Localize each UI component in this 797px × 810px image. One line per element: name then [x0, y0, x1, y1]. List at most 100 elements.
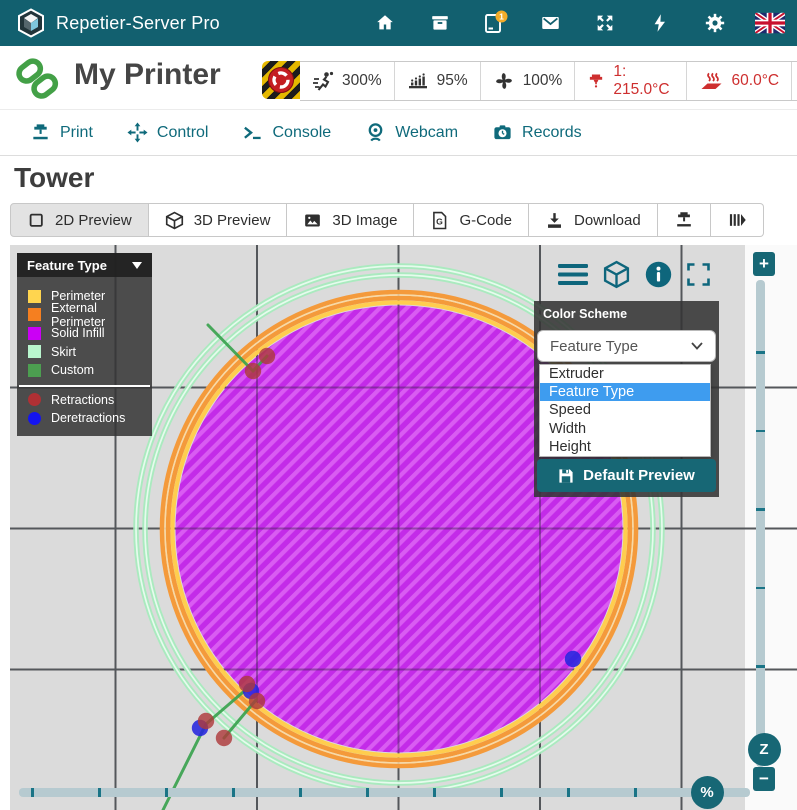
view-2d-preview-label: 2D Preview [55, 212, 132, 229]
solid-infill-swatch [28, 327, 41, 340]
tab-print-label: Print [60, 124, 93, 142]
tab-webcam-label: Webcam [395, 124, 458, 142]
legend-divider [19, 385, 150, 387]
app-logo-icon [16, 8, 46, 38]
view-3d-preview-label: 3D Preview [194, 212, 271, 229]
vertical-scrollbar[interactable] [756, 280, 765, 767]
color-scheme-select[interactable]: Feature Type [537, 330, 716, 362]
option-width[interactable]: Width [540, 420, 710, 438]
printer-notifications-icon[interactable]: 1 [480, 8, 510, 38]
zoom-out-button[interactable]: − [753, 767, 775, 791]
printer-menu-button[interactable] [792, 62, 797, 100]
continue-print-button[interactable] [711, 203, 764, 237]
preview-toolbar [558, 260, 712, 289]
printer-header: My Printer 300% [0, 46, 797, 110]
bed-temp-button[interactable]: 60.0°C [687, 62, 793, 100]
zoom-in-button[interactable]: + [753, 252, 775, 276]
extruder-temp-value: 1: 215.0°C [613, 63, 673, 99]
flow-bars-icon [407, 70, 429, 92]
speed-multiplier-button[interactable]: 300% [300, 62, 395, 100]
view-toolbar: 2D Preview 3D Preview 3D Image G G-Code [10, 203, 764, 237]
app-root: Repetier-Server Pro 1 [0, 0, 797, 810]
cube-icon [165, 211, 184, 230]
tab-console[interactable]: Console [242, 122, 331, 143]
tab-records[interactable]: Records [492, 122, 582, 143]
app-title: Repetier-Server Pro [56, 13, 220, 34]
custom-swatch [28, 364, 41, 377]
tab-print[interactable]: Print [30, 122, 93, 143]
flow-multiplier-button[interactable]: 95% [395, 62, 481, 100]
queue-play-icon [727, 210, 747, 230]
legend-item: Deretractions [17, 409, 152, 428]
preview-3d-cube-icon[interactable] [601, 260, 632, 289]
image-icon [303, 211, 322, 230]
external-perimeter-swatch [28, 308, 41, 321]
view-gcode-button[interactable]: G G-Code [414, 203, 529, 237]
archive-box-icon[interactable] [425, 8, 455, 38]
svg-text:G: G [437, 216, 444, 226]
fan-value: 100% [523, 72, 563, 90]
color-scheme-selected-value: Feature Type [550, 338, 638, 355]
gcode-preview-area: Feature Type Perimeter External Perimete… [10, 245, 797, 810]
horizontal-scrollbar[interactable] [19, 788, 750, 797]
feature-legend-panel: Feature Type Perimeter External Perimete… [17, 253, 152, 436]
fullscreen-icon[interactable] [685, 261, 712, 288]
flow-value: 95% [437, 72, 468, 90]
tab-control-label: Control [157, 124, 209, 142]
extruder-icon [587, 70, 605, 92]
legend-header[interactable]: Feature Type [17, 253, 152, 277]
mail-icon[interactable] [535, 8, 565, 38]
reset-icon [267, 66, 295, 94]
language-flag-icon[interactable] [755, 8, 785, 38]
color-scheme-dropdown-list: Extruder Feature Type Speed Width Height [539, 364, 711, 457]
z-layer-button[interactable]: Z [748, 733, 781, 766]
print-job-button[interactable] [658, 203, 711, 237]
tab-control[interactable]: Control [127, 122, 209, 143]
print-icon [30, 122, 51, 143]
option-height[interactable]: Height [540, 438, 710, 456]
top-navbar: Repetier-Server Pro 1 [0, 0, 797, 46]
brand: Repetier-Server Pro [0, 8, 220, 38]
bed-temp-value: 60.0°C [732, 72, 780, 90]
home-icon[interactable] [370, 8, 400, 38]
option-speed[interactable]: Speed [540, 401, 710, 419]
info-icon[interactable] [645, 261, 672, 288]
preview-menu-icon[interactable] [558, 263, 588, 286]
perimeter-swatch [28, 290, 41, 303]
records-camera-icon [492, 122, 513, 143]
percent-progress-button[interactable]: % [691, 776, 724, 809]
square-outline-icon [27, 211, 45, 229]
extruder-temp-button[interactable]: 1: 215.0°C [575, 62, 686, 100]
legend-item: Skirt [17, 343, 152, 362]
expand-fullscreen-icon[interactable] [590, 8, 620, 38]
legend-body: Perimeter External Perimeter Solid Infil… [17, 277, 152, 436]
view-3d-image-button[interactable]: 3D Image [287, 203, 414, 237]
download-button[interactable]: Download [529, 203, 658, 237]
settings-gear-icon[interactable] [700, 8, 730, 38]
view-gcode-label: G-Code [459, 212, 512, 229]
download-icon [545, 211, 564, 230]
option-extruder[interactable]: Extruder [540, 365, 710, 383]
color-scheme-panel: Color Scheme Feature Type Extruder Featu… [534, 301, 719, 497]
fan-icon [493, 70, 515, 92]
legend-item: Retractions [17, 391, 152, 410]
default-preview-label: Default Preview [583, 467, 695, 484]
caret-down-icon [132, 262, 142, 269]
power-bolt-icon[interactable] [645, 8, 675, 38]
console-terminal-icon [242, 122, 263, 143]
emergency-stop-button[interactable] [262, 61, 300, 99]
view-2d-preview-button[interactable]: 2D Preview [10, 203, 149, 237]
option-feature-type[interactable]: Feature Type [540, 383, 710, 401]
default-preview-button[interactable]: Default Preview [537, 459, 716, 492]
tab-webcam[interactable]: Webcam [365, 122, 458, 143]
printer-name: My Printer [74, 58, 221, 92]
notification-badge: 1 [499, 11, 504, 21]
download-label: Download [574, 212, 641, 229]
heated-bed-icon [699, 70, 724, 92]
printer-status-group: 300% 95% [300, 61, 797, 101]
view-3d-preview-button[interactable]: 3D Preview [149, 203, 288, 237]
speed-value: 300% [342, 72, 382, 90]
fan-speed-button[interactable]: 100% [481, 62, 576, 100]
speed-runner-icon [312, 70, 334, 92]
legend-title: Feature Type [27, 258, 107, 273]
